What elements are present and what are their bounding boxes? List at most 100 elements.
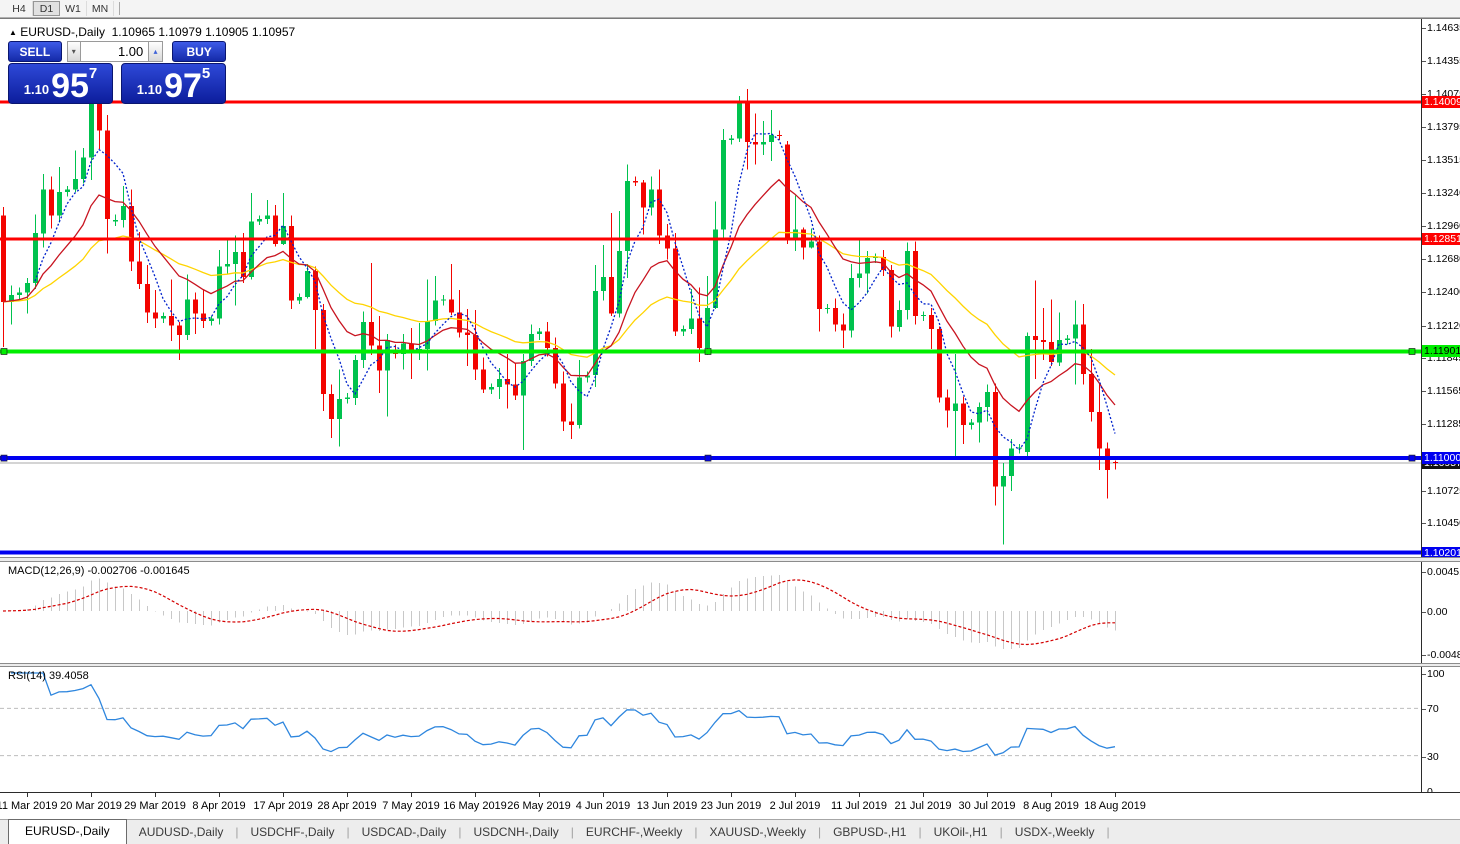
chart-tab-usdx-weekly[interactable]: USDX-,Weekly	[1003, 821, 1107, 844]
date-axis[interactable]: 11 Mar 2019 20 Mar 2019 29 Mar 2019 8 Apr 2…	[0, 792, 1460, 819]
volume-decrease-button[interactable]: ▾	[66, 41, 81, 62]
axis-tick	[1422, 358, 1426, 359]
hline-1.12851[interactable]	[0, 237, 1421, 241]
sell-price-big: 95	[51, 67, 89, 105]
buy-price-sup: 5	[201, 65, 211, 82]
date-tick	[1051, 793, 1052, 797]
chart-tab-usdcad-daily[interactable]: USDCAD-,Daily	[350, 821, 459, 844]
macd-tick-label: 0.00	[1427, 606, 1448, 618]
buy-price-display[interactable]: 1.10 97 5	[121, 63, 226, 104]
price-tick-label: 1.14635	[1427, 22, 1460, 34]
candles	[1, 73, 1118, 545]
price-tick-label: 1.11285	[1427, 418, 1460, 430]
date-tick-label: 11 Mar 2019	[0, 800, 58, 812]
date-tick	[91, 793, 92, 797]
timeframe-button-h4[interactable]: H4	[6, 1, 33, 16]
timeframe-button-mn[interactable]: MN	[87, 1, 114, 16]
chevron-up-icon: ▴	[153, 47, 158, 56]
price-tick-label: 1.12120	[1427, 320, 1460, 332]
chevron-down-icon: ▾	[71, 47, 76, 56]
axis-tick	[1422, 61, 1426, 62]
date-tick	[475, 793, 476, 797]
date-tick	[1115, 793, 1116, 797]
ohlc-open: 1.10965	[111, 25, 156, 39]
price-axis[interactable]: 1.146351.143551.140751.137951.135151.132…	[1421, 19, 1460, 798]
axis-tick	[1422, 523, 1426, 524]
date-tick	[155, 793, 156, 797]
date-tick	[603, 793, 604, 797]
line-handle[interactable]	[1408, 348, 1416, 355]
date-tick-label: 28 Apr 2019	[317, 800, 377, 812]
sell-price-display[interactable]: 1.10 95 7	[8, 63, 113, 104]
tab-separator: |	[1106, 825, 1110, 839]
macd-tick-label: 0.004517	[1427, 566, 1460, 578]
volume-increase-button[interactable]: ▴	[148, 41, 163, 62]
axis-tick	[1422, 127, 1426, 128]
sell-button[interactable]: SELL	[8, 41, 62, 62]
date-tick-label: 23 Jun 2019	[700, 800, 762, 812]
line-handle[interactable]	[704, 348, 712, 355]
axis-tick	[1422, 193, 1426, 194]
date-tick-label: 21 Jul 2019	[894, 800, 952, 812]
axis-tick	[1422, 326, 1426, 327]
rsi-label: RSI(14) 39.4058	[8, 670, 89, 682]
date-tick-label: 17 Apr 2019	[253, 800, 313, 812]
axis-tick	[1422, 674, 1426, 675]
axis-tick	[1422, 94, 1426, 95]
ma-slow-line[interactable]	[2, 231, 1116, 376]
date-tick	[347, 793, 348, 797]
axis-tick	[1422, 160, 1426, 161]
buy-button[interactable]: BUY	[172, 41, 227, 62]
macd-pane-svg[interactable]	[0, 562, 1421, 663]
date-tick-label: 8 Aug 2019	[1023, 800, 1079, 812]
timeframe-button-w1[interactable]: W1	[60, 1, 87, 16]
rsi-pane-svg[interactable]	[0, 667, 1421, 792]
macd-tick-label: -0.004806	[1427, 649, 1460, 661]
date-tick	[987, 793, 988, 797]
chart-tab-bar: EURUSD-,Daily AUDUSD-,Daily | USDCHF-,Daily…	[0, 819, 1460, 844]
date-tick	[667, 793, 668, 797]
axis-tick	[1422, 572, 1426, 573]
price-tick-label: 1.13795	[1427, 121, 1460, 133]
volume-input[interactable]: 1.00	[80, 41, 149, 62]
chart-tab-ukoil-h1[interactable]: UKOil-,H1	[922, 821, 1000, 844]
axis-tick	[1422, 757, 1426, 758]
rsi-tick-label: 70	[1427, 703, 1439, 715]
axis-tick	[1422, 226, 1426, 227]
chart-tab-usdcnh-daily[interactable]: USDCNH-,Daily	[461, 821, 570, 844]
line-handle[interactable]	[0, 454, 8, 462]
level-price-label: 1.14009	[1422, 96, 1460, 108]
price-tick-label: 1.10450	[1427, 517, 1460, 529]
price-tick-label: 1.13240	[1427, 187, 1460, 199]
axis-tick	[1422, 391, 1426, 392]
collapse-panel-icon[interactable]: ▲	[9, 28, 17, 37]
timeframe-toolbar: H4 D1 W1 MN	[0, 0, 1460, 18]
ma-medium-line[interactable]	[2, 178, 1116, 413]
pane-splitter[interactable]	[0, 557, 1460, 562]
chart-tab-audusd-daily[interactable]: AUDUSD-,Daily	[127, 821, 236, 844]
line-handle[interactable]	[0, 348, 8, 355]
pane-splitter[interactable]	[0, 663, 1460, 667]
price-tick-label: 1.14355	[1427, 55, 1460, 67]
date-tick-label: 30 Jul 2019	[958, 800, 1016, 812]
ma-fast-line[interactable]	[34, 132, 1116, 451]
chart-tab-gbpusd-h1[interactable]: GBPUSD-,H1	[821, 821, 918, 844]
sell-price-prefix: 1.10	[23, 82, 50, 97]
sell-price-sup: 7	[88, 65, 98, 82]
ohlc-close: 1.10957	[251, 25, 296, 39]
timeframe-button-d1[interactable]: D1	[33, 1, 60, 16]
buy-price-prefix: 1.10	[136, 82, 163, 97]
chart-tab-xauusd-weekly[interactable]: XAUUSD-,Weekly	[697, 821, 817, 844]
chart-tab-eurusd-daily[interactable]: EURUSD-,Daily	[8, 819, 127, 844]
date-tick-label: 8 Apr 2019	[192, 800, 246, 812]
chart-tab-eurchf-weekly[interactable]: EURCHF-,Weekly	[574, 821, 694, 844]
chart-header: ▲ EURUSD-,Daily 1.10965 1.10979 1.10905 …	[9, 25, 295, 39]
rsi-tick-label: 30	[1427, 751, 1439, 763]
price-tick-label: 1.12960	[1427, 220, 1460, 232]
hline-1.10201[interactable]	[0, 550, 1421, 555]
line-handle[interactable]	[704, 454, 712, 462]
toolbar-separator	[119, 2, 120, 15]
line-handle[interactable]	[1408, 454, 1416, 462]
date-tick-label: 18 Aug 2019	[1084, 800, 1146, 812]
chart-tab-usdchf-daily[interactable]: USDCHF-,Daily	[239, 821, 347, 844]
